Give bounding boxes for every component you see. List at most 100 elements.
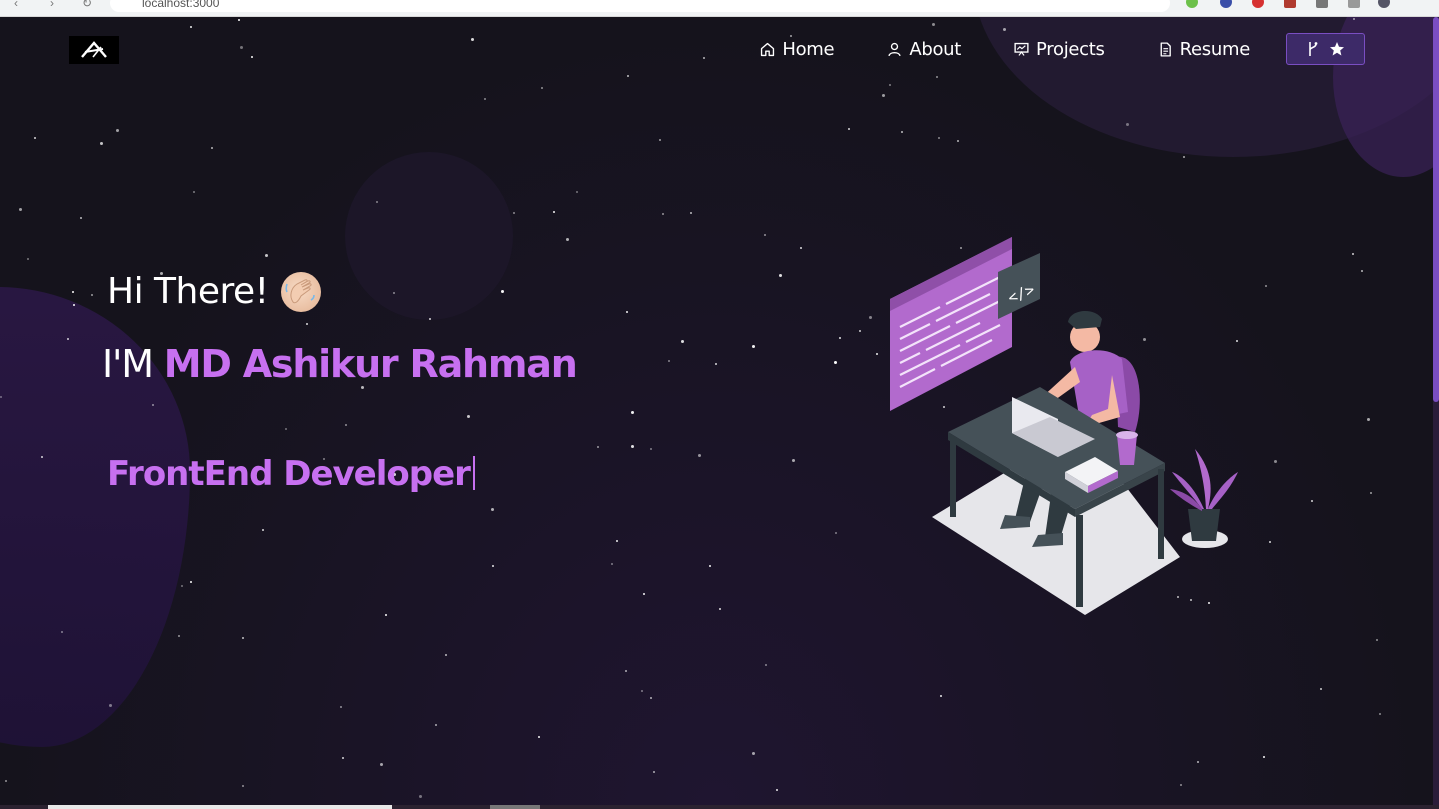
star (957, 140, 959, 142)
extension-icon[interactable] (1220, 0, 1232, 8)
star (285, 428, 287, 430)
background-circle (345, 152, 513, 320)
star (492, 565, 494, 567)
star (262, 529, 264, 531)
hero-name: MD Ashikur Rahman (163, 342, 578, 386)
star (765, 664, 767, 666)
nav-projects[interactable]: Projects (1013, 39, 1105, 60)
star (178, 635, 180, 637)
star (1263, 756, 1265, 758)
star (848, 128, 850, 130)
star (1379, 713, 1381, 715)
star (342, 757, 344, 759)
profile-avatar[interactable] (1378, 0, 1390, 8)
page: Home About Projects Resume Hi There! I'M… (0, 17, 1433, 805)
greeting-text: Hi There! (107, 271, 269, 312)
nav-home[interactable]: Home (759, 38, 835, 60)
star (345, 424, 347, 426)
star (1180, 784, 1182, 786)
star (491, 508, 494, 511)
star (27, 258, 29, 260)
star (1367, 418, 1370, 421)
github-fork-button[interactable] (1286, 33, 1365, 65)
star (361, 386, 364, 389)
star (1361, 270, 1363, 272)
extension-icon[interactable] (1284, 0, 1296, 8)
navbar: Home About Projects Resume (0, 17, 1433, 81)
star (616, 540, 618, 542)
star (306, 323, 308, 325)
star (467, 415, 470, 418)
star (340, 706, 342, 708)
star (109, 704, 112, 707)
nav-about[interactable]: About (886, 39, 961, 60)
star (938, 137, 940, 139)
star (1265, 285, 1267, 287)
star (662, 213, 664, 215)
forward-icon[interactable]: › (50, 0, 54, 10)
star (698, 454, 701, 457)
star (834, 361, 837, 364)
star (1197, 761, 1199, 763)
star (501, 290, 504, 293)
logo[interactable] (69, 36, 119, 64)
star (538, 736, 540, 738)
star (553, 211, 555, 213)
star (668, 360, 670, 362)
back-icon[interactable]: ‹ (14, 0, 18, 10)
star (1352, 253, 1354, 255)
window-icon[interactable] (1348, 0, 1360, 8)
extension-icon[interactable] (1186, 0, 1198, 8)
typing-cursor (472, 456, 475, 490)
star (839, 337, 841, 339)
reload-icon[interactable]: ↻ (82, 0, 92, 10)
developer-illustration: </> (890, 237, 1238, 615)
intro-prefix: I'M (102, 342, 164, 386)
star (61, 631, 63, 633)
star-icon (1329, 42, 1344, 56)
star (5, 780, 7, 782)
ashik-logo-icon (81, 41, 107, 58)
vertical-scrollbar-thumb[interactable] (1433, 17, 1439, 402)
address-bar[interactable]: localhost:3000 (110, 0, 1170, 12)
star (715, 363, 717, 365)
star (1376, 639, 1378, 641)
star (445, 654, 447, 656)
star (779, 274, 782, 277)
star (940, 695, 942, 697)
waving-hand-icon (280, 271, 321, 312)
star (419, 795, 422, 798)
extensions-puzzle-icon[interactable] (1316, 0, 1328, 8)
star (242, 785, 244, 787)
star (835, 532, 837, 534)
hero-greeting: Hi There! (107, 271, 321, 312)
star (1126, 123, 1129, 126)
nav-links: Home About Projects Resume (707, 32, 1365, 66)
horizontal-scrollbar-segment[interactable] (490, 805, 540, 809)
star (776, 789, 778, 791)
star (626, 311, 628, 313)
browser-toolbar: ‹ › ↻ localhost:3000 (0, 0, 1439, 17)
star (690, 212, 692, 214)
star (1183, 156, 1185, 158)
star (1370, 492, 1372, 494)
star (752, 345, 755, 348)
star (889, 84, 891, 86)
star (100, 142, 103, 145)
star (393, 292, 395, 294)
star (681, 340, 684, 343)
star (67, 338, 69, 340)
extension-icon[interactable] (1252, 0, 1264, 8)
star (190, 581, 192, 583)
star (650, 448, 652, 450)
star (429, 318, 431, 320)
star (380, 763, 383, 766)
star (80, 217, 82, 219)
star (484, 98, 486, 100)
star (566, 238, 569, 241)
horizontal-scrollbar-thumb[interactable] (48, 805, 392, 809)
nav-home-label: Home (782, 38, 835, 60)
star (764, 234, 766, 236)
nav-resume[interactable]: Resume (1157, 39, 1250, 60)
star (752, 752, 755, 755)
